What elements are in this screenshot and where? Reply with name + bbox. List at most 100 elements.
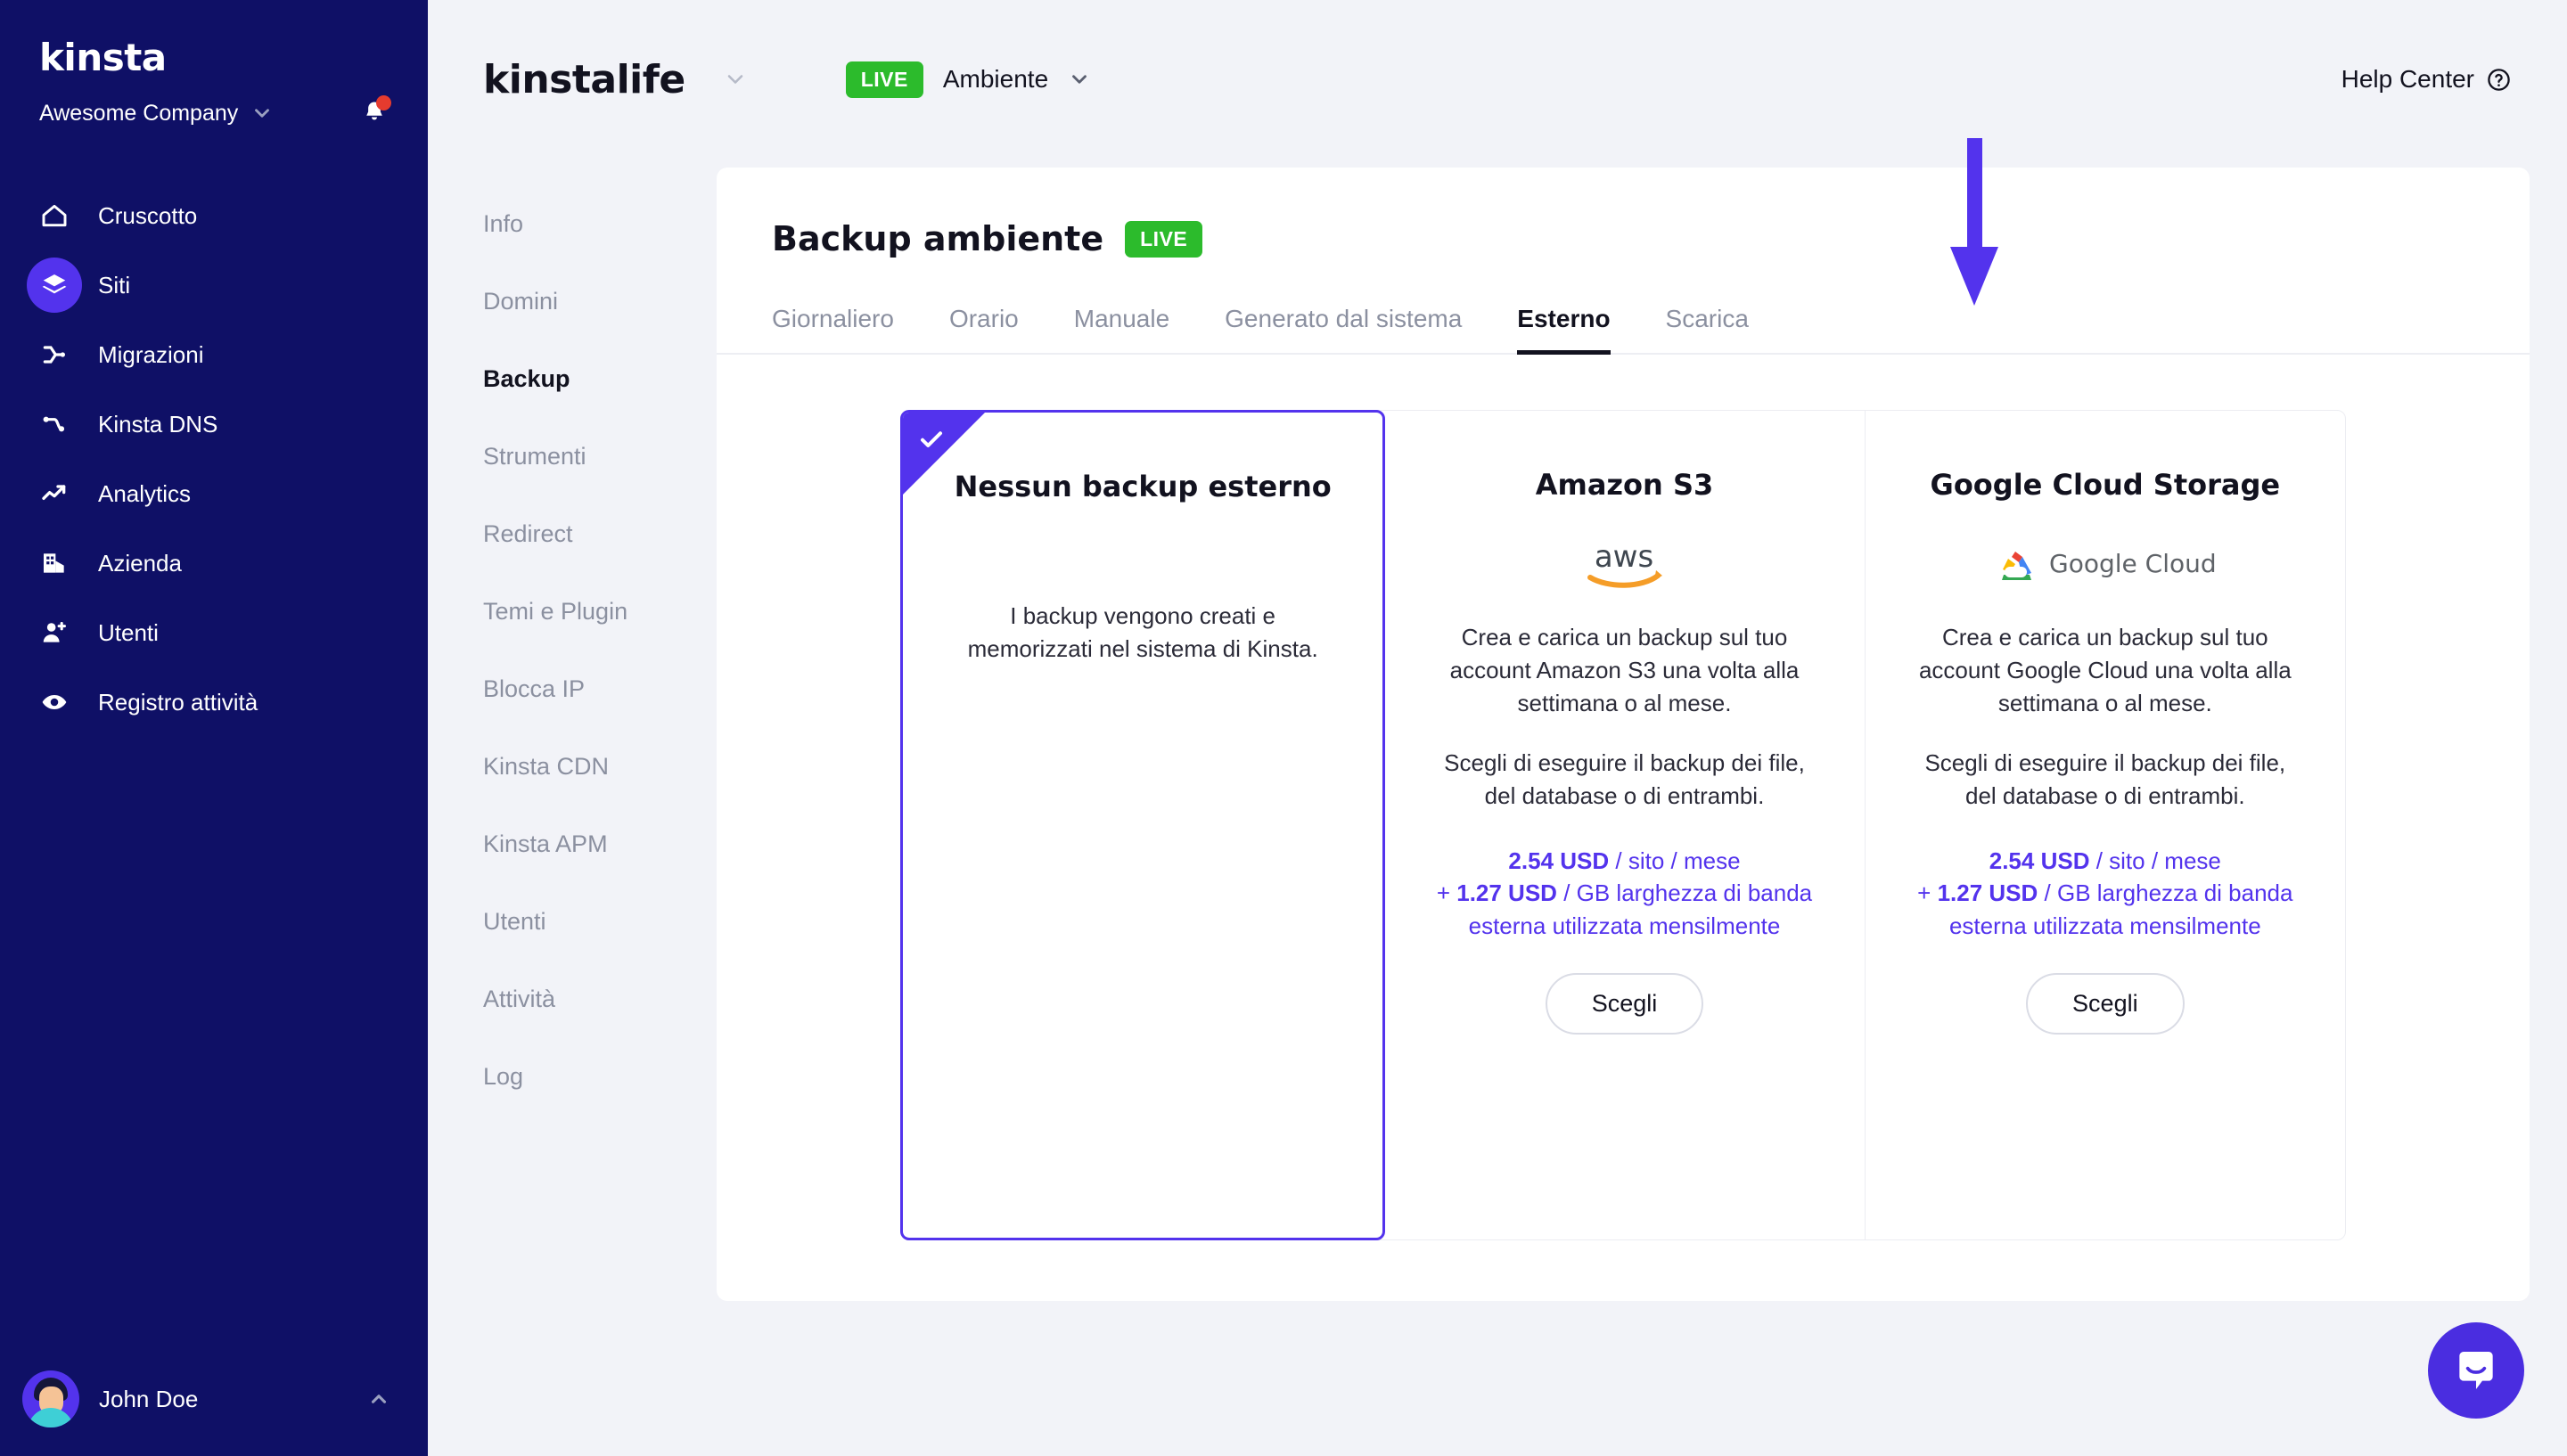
site-name: kinstalife	[483, 56, 685, 102]
backup-panel: Backup ambiente LIVE Giornaliero Orario …	[717, 168, 2530, 1301]
help-center-label: Help Center	[2341, 65, 2474, 93]
submenu-item-kinsta-apm[interactable]: Kinsta APM	[483, 830, 695, 858]
layers-icon	[27, 258, 82, 313]
sidebar-label: Migrazioni	[98, 340, 204, 368]
sidebar-label: Siti	[98, 271, 131, 299]
google-cloud-logo: Google Cloud	[1994, 534, 2217, 598]
sidebar-item-cruscotto[interactable]: Cruscotto	[0, 181, 428, 250]
top-bar: kinstalife LIVE Ambiente Help Center	[428, 0, 2567, 159]
sidebar-label: Analytics	[98, 479, 192, 507]
building-icon	[27, 536, 82, 591]
sidebar-item-siti[interactable]: Siti	[0, 250, 428, 320]
option-card-nessun-backup-esterno[interactable]: Nessun backup esterno I backup vengono c…	[900, 410, 1386, 1240]
option-card-amazon-s3[interactable]: Amazon S3 aws Crea e carica un backup su…	[1384, 411, 1866, 1239]
option-price: 2.54 USD / sito / mese + 1.27 USD / GB l…	[1914, 845, 2297, 944]
option-description-1: Crea e carica un backup sul tuo account …	[1449, 624, 1800, 716]
submenu-item-info[interactable]: Info	[483, 210, 695, 238]
chevron-up-icon	[367, 1387, 390, 1411]
tab-giornaliero[interactable]: Giornaliero	[772, 305, 894, 353]
sidebar-item-kinsta-dns[interactable]: Kinsta DNS	[0, 389, 428, 459]
company-switcher[interactable]: Awesome Company	[0, 79, 428, 131]
body-area: Info Domini Backup Strumenti Redirect Te…	[428, 159, 2567, 1301]
sidebar-nav: Cruscotto Siti Migrazioni Kinsta DNS Ana…	[0, 181, 428, 737]
avatar	[22, 1370, 79, 1427]
option-title: Nessun backup esterno	[954, 470, 1332, 503]
dns-nodes-icon	[27, 397, 82, 452]
sidebar-item-azienda[interactable]: Azienda	[0, 528, 428, 598]
option-title: Google Cloud Storage	[1930, 468, 2281, 502]
environment-label: Ambiente	[942, 65, 1049, 93]
user-name: John Doe	[99, 1385, 199, 1412]
option-price-extra-prefix: +	[1917, 879, 1938, 907]
option-price-unit: / sito / mese	[1609, 847, 1741, 874]
down-arrow-annotation	[1943, 138, 2005, 312]
external-backup-options: Nessun backup esterno I backup vengono c…	[900, 410, 2346, 1240]
main-area: kinstalife LIVE Ambiente Help Center Inf…	[428, 0, 2567, 1456]
sidebar-label: Registro attività	[98, 688, 258, 716]
sidebar-label: Cruscotto	[98, 201, 198, 229]
company-name: Awesome Company	[39, 100, 239, 126]
trend-up-icon	[27, 466, 82, 521]
svg-text:aws: aws	[1595, 539, 1653, 575]
notification-badge-dot	[376, 95, 391, 110]
option-price-extra-amount: 1.27 USD	[1456, 879, 1557, 907]
panel-header: Backup ambiente LIVE	[717, 168, 2530, 258]
home-icon	[27, 188, 82, 243]
sidebar-label: Kinsta DNS	[98, 410, 218, 438]
merge-icon	[27, 327, 82, 382]
google-cloud-logo-text: Google Cloud	[2049, 549, 2217, 578]
tab-orario[interactable]: Orario	[949, 305, 1019, 353]
kinsta-logo-text: kinsta	[39, 36, 167, 79]
tab-manuale[interactable]: Manuale	[1074, 305, 1169, 353]
option-price-unit: / sito / mese	[2089, 847, 2221, 874]
intercom-chat-button[interactable]	[2428, 1322, 2524, 1419]
backup-tabs: Giornaliero Orario Manuale Generato dal …	[717, 305, 2530, 355]
sidebar-item-migrazioni[interactable]: Migrazioni	[0, 320, 428, 389]
user-menu[interactable]: John Doe	[0, 1342, 428, 1456]
sidebar-label: Utenti	[98, 618, 159, 646]
option-price: 2.54 USD / sito / mese + 1.27 USD / GB l…	[1432, 845, 1816, 944]
submenu-item-domini[interactable]: Domini	[483, 288, 695, 315]
submenu-item-log[interactable]: Log	[483, 1063, 695, 1091]
site-submenu: Info Domini Backup Strumenti Redirect Te…	[428, 159, 695, 1301]
option-description-2: Scegli di eseguire il backup dei file, d…	[1924, 748, 2286, 809]
option-description-1: Crea e carica un backup sul tuo account …	[1918, 624, 2292, 716]
main-sidebar: kinsta Awesome Company Cruscotto Siti Mi…	[0, 0, 428, 1456]
site-switcher-chevron-down-icon[interactable]	[723, 67, 748, 92]
check-icon	[921, 431, 942, 447]
submenu-item-attivita[interactable]: Attività	[483, 986, 695, 1013]
option-title: Amazon S3	[1535, 468, 1714, 502]
eye-icon	[27, 675, 82, 730]
submenu-item-temi-e-plugin[interactable]: Temi e Plugin	[483, 598, 695, 626]
submenu-item-utenti[interactable]: Utenti	[483, 908, 695, 936]
chevron-down-icon	[1068, 68, 1091, 91]
intercom-chat-icon	[2459, 1352, 2493, 1389]
chevron-down-icon	[250, 102, 274, 125]
notifications-button[interactable]	[357, 95, 392, 131]
option-price-extra-amount: 1.27 USD	[1937, 879, 2038, 907]
tab-scarica[interactable]: Scarica	[1666, 305, 1749, 353]
submenu-item-backup[interactable]: Backup	[483, 365, 695, 393]
help-center-link[interactable]: Help Center	[2341, 65, 2512, 94]
choose-button-amazon-s3[interactable]: Scegli	[1545, 973, 1704, 1035]
choose-button-google-cloud-storage[interactable]: Scegli	[2026, 973, 2185, 1035]
app-root: kinsta Awesome Company Cruscotto Siti Mi…	[0, 0, 2567, 1456]
tab-generato-dal-sistema[interactable]: Generato dal sistema	[1225, 305, 1462, 353]
user-plus-icon	[27, 605, 82, 660]
sidebar-item-utenti[interactable]: Utenti	[0, 598, 428, 667]
option-price-amount: 2.54 USD	[1989, 847, 2090, 874]
page-title: Backup ambiente	[772, 219, 1104, 258]
kinsta-logo[interactable]: kinsta	[0, 0, 428, 79]
submenu-item-blocca-ip[interactable]: Blocca IP	[483, 675, 695, 703]
option-card-google-cloud-storage[interactable]: Google Cloud Storage Google Cloud Crea e…	[1866, 411, 2345, 1239]
panel-live-badge: LIVE	[1125, 220, 1203, 258]
environment-live-badge: LIVE	[845, 61, 923, 98]
submenu-item-redirect[interactable]: Redirect	[483, 520, 695, 548]
sidebar-item-analytics[interactable]: Analytics	[0, 459, 428, 528]
tab-esterno[interactable]: Esterno	[1517, 305, 1611, 355]
submenu-item-kinsta-cdn[interactable]: Kinsta CDN	[483, 753, 695, 781]
environment-switcher[interactable]: LIVE Ambiente	[845, 61, 1091, 98]
option-description: I backup vengono creati e memorizzati ne…	[967, 602, 1318, 662]
sidebar-item-registro-attivita[interactable]: Registro attività	[0, 667, 428, 737]
submenu-item-strumenti[interactable]: Strumenti	[483, 443, 695, 470]
